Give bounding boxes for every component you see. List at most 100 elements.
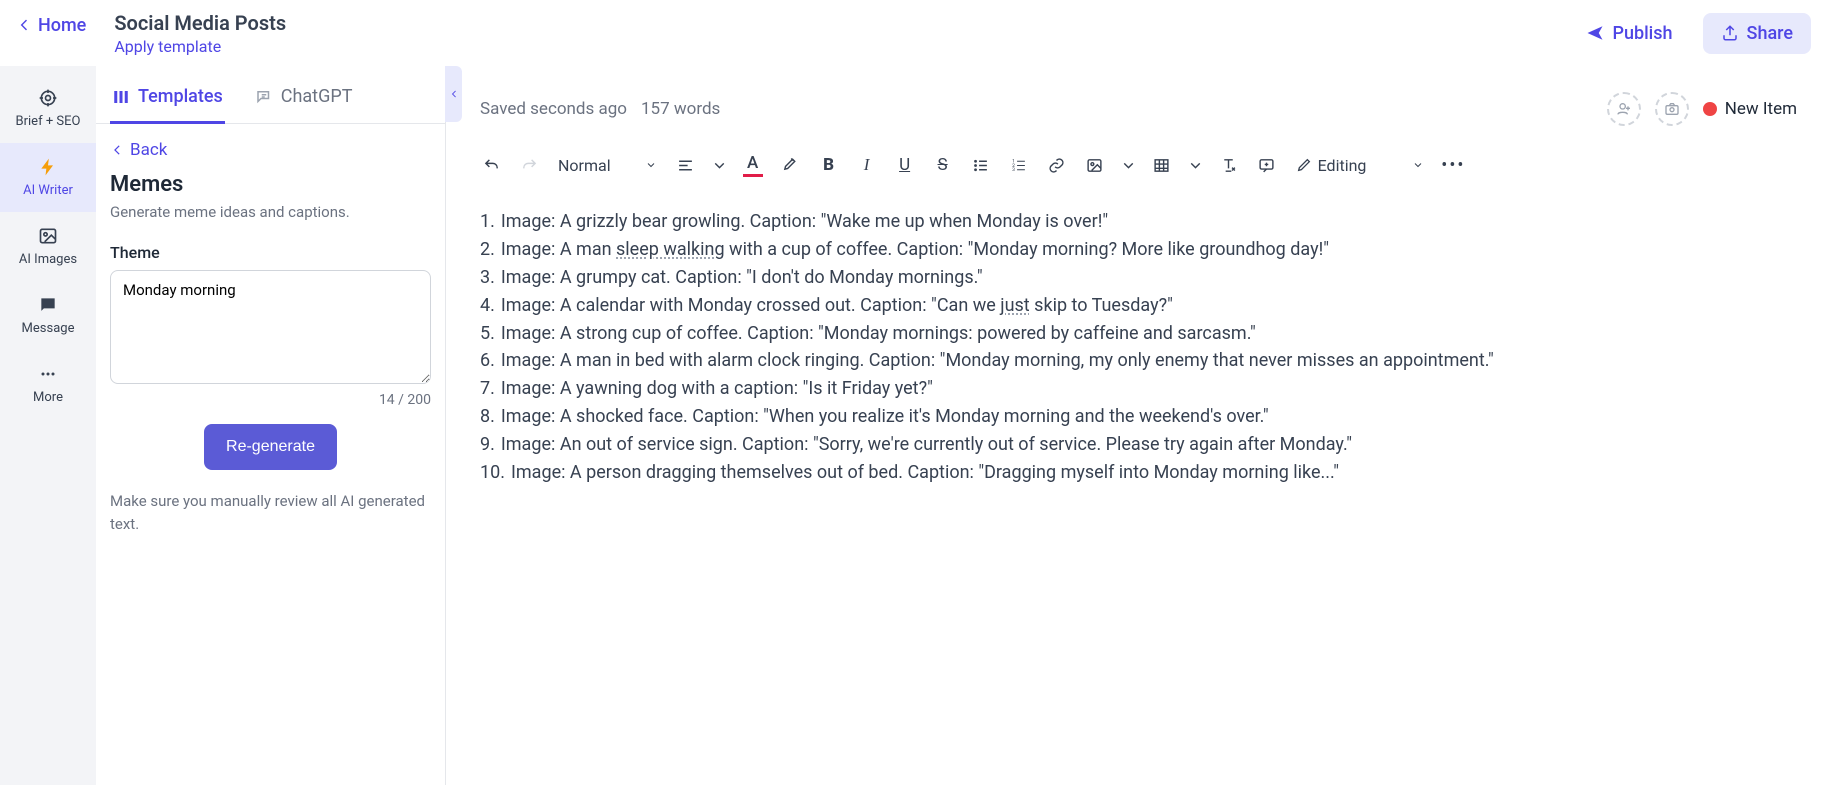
- new-item-status[interactable]: New Item: [1703, 99, 1797, 119]
- image-icon: [38, 226, 58, 246]
- bold-button[interactable]: B: [812, 148, 846, 182]
- highlight-button[interactable]: [774, 148, 808, 182]
- tab-chatgpt-label: ChatGPT: [281, 86, 353, 107]
- list-item: Image: A man in bed with alarm clock rin…: [480, 347, 1797, 375]
- publish-button[interactable]: Publish: [1570, 13, 1688, 54]
- add-collaborator-button[interactable]: [1607, 92, 1641, 126]
- list-item-text: Image: A man in bed with alarm clock rin…: [501, 347, 1494, 375]
- list-item: Image: A grumpy cat. Caption: "I don't d…: [480, 264, 1797, 292]
- theme-input[interactable]: [110, 270, 431, 384]
- tab-chatgpt[interactable]: ChatGPT: [253, 76, 355, 124]
- editor-status: Saved seconds ago 157 words: [480, 99, 720, 119]
- chevron-down-icon: [1120, 157, 1137, 174]
- toolbar-more-button[interactable]: •••: [1436, 148, 1470, 182]
- chevron-down-icon: [1412, 159, 1424, 171]
- link-button[interactable]: [1040, 148, 1074, 182]
- template-title: Memes: [110, 172, 431, 197]
- font-color-button[interactable]: A: [736, 148, 770, 182]
- camera-plus-icon: [1664, 101, 1680, 117]
- spelling-squiggle: sleep walking: [616, 239, 725, 260]
- strikethrough-button[interactable]: S: [926, 148, 960, 182]
- list-item-text: Image: An out of service sign. Caption: …: [501, 431, 1352, 459]
- meme-list: Image: A grizzly bear growling. Caption:…: [480, 208, 1797, 487]
- undo-button[interactable]: [474, 148, 508, 182]
- chevron-left-icon: [16, 17, 32, 33]
- list-item: Image: A man sleep walking with a cup of…: [480, 236, 1797, 264]
- theme-char-count: 14 / 200: [110, 392, 431, 408]
- clear-format-icon: [1220, 157, 1237, 174]
- status-dot-icon: [1703, 102, 1717, 116]
- apply-template-link[interactable]: Apply template: [114, 37, 286, 56]
- editor-area: Saved seconds ago 157 words New Item: [446, 66, 1831, 785]
- collapse-panel-handle[interactable]: [445, 66, 462, 122]
- list-item-text: Image: A strong cup of coffee. Caption: …: [501, 320, 1256, 348]
- top-right-group: Publish Share: [1570, 13, 1811, 54]
- add-media-button[interactable]: [1655, 92, 1689, 126]
- highlighter-icon: [782, 155, 799, 172]
- panel-tabs: Templates ChatGPT: [96, 66, 445, 124]
- table-dropdown[interactable]: [1183, 148, 1208, 182]
- redo-icon: [521, 157, 538, 174]
- table-icon: [1153, 157, 1170, 174]
- list-item-text: Image: A shocked face. Caption: "When yo…: [501, 403, 1269, 431]
- back-button[interactable]: Back: [110, 138, 431, 172]
- chat-icon: [38, 295, 58, 315]
- redo-button[interactable]: [512, 148, 546, 182]
- tab-templates[interactable]: Templates: [110, 76, 225, 124]
- editor-toolbar: Normal A B I U: [446, 140, 1831, 194]
- home-label: Home: [38, 15, 86, 36]
- color-swatch-none: [781, 173, 801, 176]
- publish-label: Publish: [1612, 23, 1672, 44]
- pencil-icon: [1296, 157, 1312, 173]
- page-title: Social Media Posts: [114, 11, 286, 35]
- numbered-list-icon: 123: [1010, 157, 1027, 174]
- theme-field-label: Theme: [110, 243, 431, 262]
- saved-status-text: Saved seconds ago: [480, 99, 627, 119]
- italic-icon: I: [864, 155, 870, 175]
- rail-item-brief-seo[interactable]: Brief + SEO: [0, 74, 96, 143]
- chevron-down-icon: [711, 157, 728, 174]
- editor-content[interactable]: Image: A grizzly bear growling. Caption:…: [446, 194, 1831, 501]
- align-dropdown[interactable]: [707, 148, 732, 182]
- new-item-label: New Item: [1725, 99, 1797, 119]
- italic-button[interactable]: I: [850, 148, 884, 182]
- undo-icon: [483, 157, 500, 174]
- home-button[interactable]: Home: [16, 11, 86, 36]
- rail-item-ai-writer[interactable]: AI Writer: [0, 143, 96, 212]
- more-horizontal-icon: [38, 364, 58, 384]
- rail-item-ai-images[interactable]: AI Images: [0, 212, 96, 281]
- rail-label: More: [33, 390, 63, 405]
- svg-text:3: 3: [1012, 167, 1015, 173]
- color-swatch-red: [743, 174, 763, 177]
- image-dropdown[interactable]: [1116, 148, 1141, 182]
- share-icon: [1721, 24, 1739, 42]
- rail-item-message[interactable]: Message: [0, 281, 96, 350]
- image-icon: [1086, 157, 1103, 174]
- regenerate-button[interactable]: Re-generate: [204, 424, 337, 470]
- align-button[interactable]: [669, 148, 703, 182]
- image-button[interactable]: [1078, 148, 1112, 182]
- list-item: Image: A strong cup of coffee. Caption: …: [480, 320, 1797, 348]
- paragraph-style-select[interactable]: Normal: [550, 148, 665, 182]
- underline-button[interactable]: U: [888, 148, 922, 182]
- top-header: Home Social Media Posts Apply template P…: [0, 0, 1831, 66]
- rail-item-more[interactable]: More: [0, 350, 96, 419]
- rail-label: AI Images: [19, 252, 77, 267]
- underline-icon: U: [899, 155, 910, 175]
- rail-label: AI Writer: [23, 183, 73, 198]
- numbered-list-button[interactable]: 123: [1002, 148, 1036, 182]
- comment-button[interactable]: [1250, 148, 1284, 182]
- clear-format-button[interactable]: [1212, 148, 1246, 182]
- list-item: Image: A yawning dog with a caption: "Is…: [480, 375, 1797, 403]
- bullet-list-button[interactable]: [964, 148, 998, 182]
- bullet-list-icon: [972, 157, 989, 174]
- share-button[interactable]: Share: [1703, 13, 1811, 54]
- template-description: Generate meme ideas and captions.: [110, 203, 431, 221]
- chevron-left-icon: [110, 143, 124, 157]
- rail-label: Message: [22, 321, 75, 336]
- editing-mode-select[interactable]: Editing: [1288, 148, 1433, 182]
- table-button[interactable]: [1145, 148, 1179, 182]
- page-title-block: Social Media Posts Apply template: [114, 11, 286, 56]
- templates-icon: [112, 88, 130, 106]
- target-icon: [38, 88, 58, 108]
